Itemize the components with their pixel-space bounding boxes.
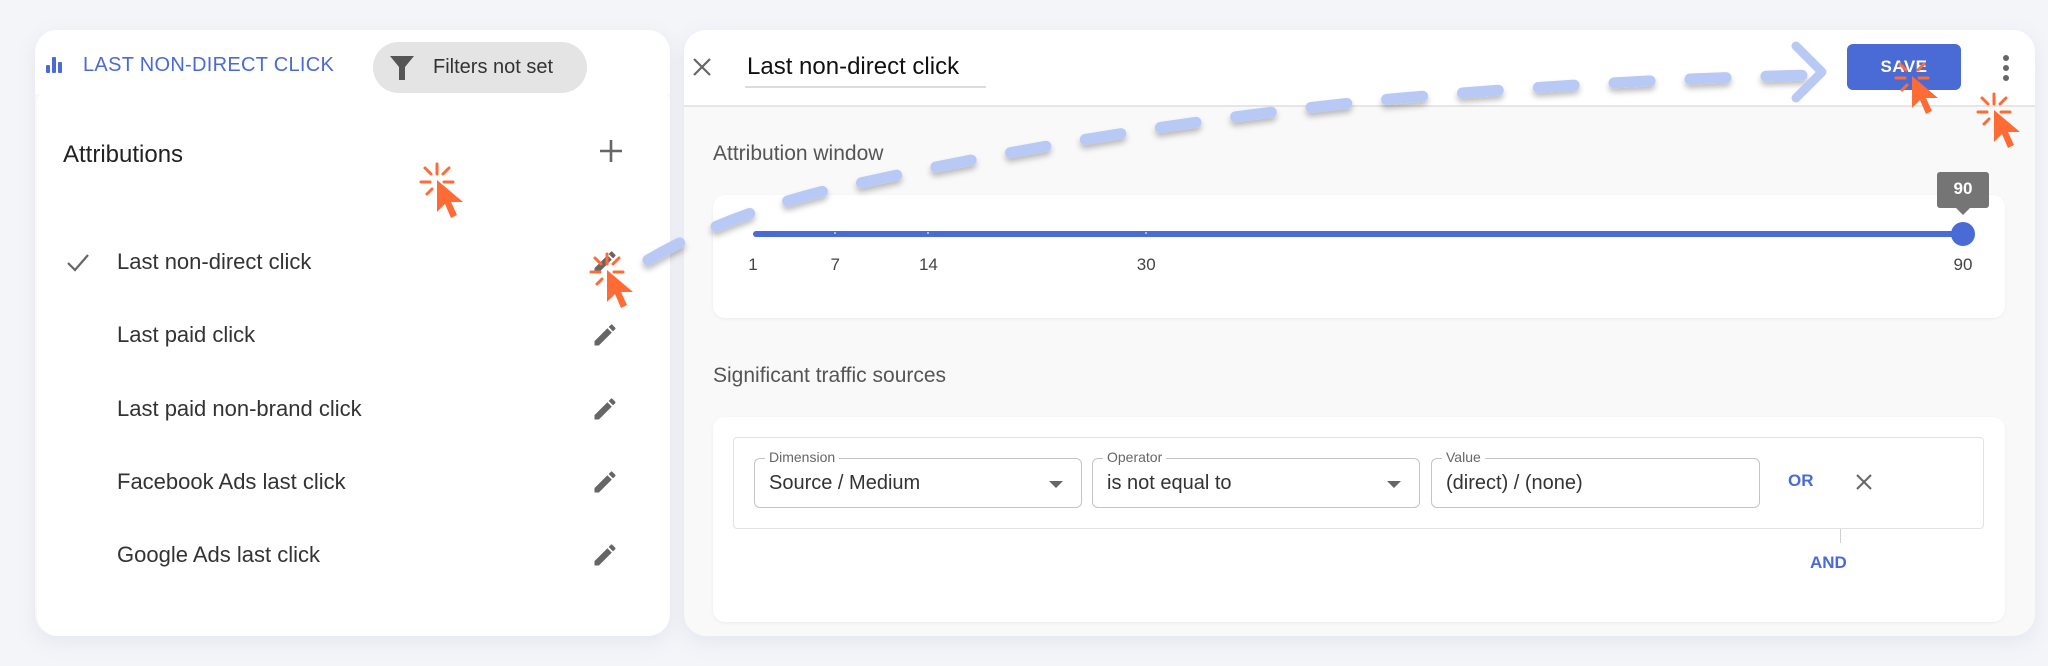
pencil-icon[interactable] [591,395,619,423]
traffic-sources-card: Dimension Source / Medium Operator is no… [713,417,2005,622]
slider-track[interactable] [753,231,1963,237]
value-label: Value [1442,449,1485,465]
or-button[interactable]: OR [1788,471,1814,491]
attribution-window-card: 1 7 14 30 90 90 [713,172,2005,318]
attribution-item-label: Last paid click [117,322,256,347]
attributions-heading: Attributions [63,141,184,168]
operator-select[interactable]: Operator is not equal to [1092,449,1420,508]
pencil-icon[interactable] [591,541,619,569]
pencil-icon[interactable] [591,468,619,496]
operator-label: Operator [1103,449,1167,465]
attribution-item-label: Last non-direct click [117,249,312,274]
dropdown-caret-icon [1387,481,1401,488]
pencil-icon[interactable] [591,248,619,276]
value-input[interactable]: Value (direct) / (none) [1431,449,1760,508]
and-connector-line [1840,529,1841,543]
slider-tick-label: 7 [830,255,840,274]
save-button[interactable]: SAVE [1847,44,1961,90]
attribution-item-label: Google Ads last click [117,542,320,567]
dimension-select[interactable]: Dimension Source / Medium [754,449,1082,508]
report-header: LAST NON-DIRECT CLICK Filters not set [35,30,670,94]
operator-value: is not equal to [1107,472,1232,494]
filters-chip[interactable]: Filters not set [373,42,587,93]
dimension-value: Source / Medium [769,472,921,494]
bar-chart-icon [46,57,64,73]
value-text: (direct) / (none) [1446,472,1583,494]
and-button[interactable]: AND [1810,553,1847,573]
attribution-item-label: Facebook Ads last click [117,469,346,494]
kebab-icon[interactable] [1998,55,2014,81]
filters-chip-label: Filters not set [433,56,554,78]
slider-tick-label: 14 [918,255,938,274]
attribution-window-label: Attribution window [713,142,884,165]
attribution-item[interactable]: Last non-direct click [37,233,670,293]
editor-header: SAVE [684,30,2035,107]
funnel-icon [390,55,414,80]
attribution-editor-panel: SAVE Attribution window 1 7 14 30 90 90 Signi… [684,30,2035,636]
report-title[interactable]: LAST NON-DIRECT CLICK [83,54,334,77]
slider-tick-label: 30 [1136,255,1156,274]
attributions-panel: LAST NON-DIRECT CLICK Filters not set At… [35,30,670,636]
slider-value-tooltip: 90 [1937,172,1989,215]
attribution-item[interactable]: Facebook Ads last click [37,453,670,513]
attributions-list-card: Attributions Last non-direct click Last … [37,93,670,636]
traffic-sources-label: Significant traffic sources [713,364,947,387]
slider-tick-label: 1 [748,255,758,274]
close-icon[interactable] [690,55,714,79]
slider-thumb[interactable] [1951,222,1975,246]
filter-rule: Dimension Source / Medium Operator is no… [733,437,1984,529]
pencil-icon[interactable] [591,321,619,349]
attribution-item[interactable]: Google Ads last click [37,526,670,586]
plus-icon[interactable] [597,137,625,165]
attribution-name-input[interactable] [745,48,986,88]
dropdown-caret-icon [1049,481,1063,488]
check-icon [67,254,89,272]
slider-tick-label: 90 [1953,255,1973,274]
close-icon[interactable] [1854,472,1874,492]
dimension-label: Dimension [765,449,840,465]
attribution-item[interactable]: Last paid click [37,306,670,366]
attribution-item[interactable]: Last paid non-brand click [37,380,670,440]
attribution-item-label: Last paid non-brand click [117,396,362,421]
